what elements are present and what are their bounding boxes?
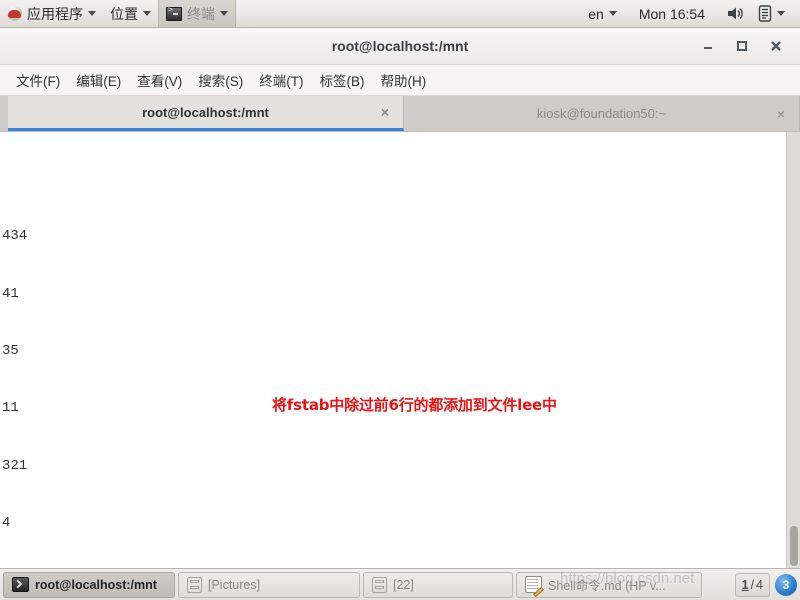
- workspace-switcher[interactable]: 1 / 4: [734, 572, 770, 597]
- tab-label: kiosk@foundation50:~: [536, 106, 667, 121]
- minimize-icon: [704, 47, 712, 49]
- menu-file[interactable]: 文件(F): [8, 67, 68, 93]
- terminal-viewport: 434 41 35 11 321 4 4 6456 4 654 684 6546…: [0, 132, 800, 568]
- clock[interactable]: Mon 16:54: [624, 0, 720, 27]
- chevron-down-icon: [220, 11, 228, 16]
- taskbar-item-22[interactable]: [22]: [363, 571, 513, 598]
- menu-terminal[interactable]: 终端(T): [251, 67, 311, 93]
- terminal-line: 321: [2, 457, 28, 474]
- window-title: root@localhost:/mnt: [331, 38, 469, 54]
- places-menu[interactable]: 位置: [103, 0, 158, 27]
- menu-search[interactable]: 搜索(S): [190, 67, 251, 93]
- window-controls: [700, 38, 800, 54]
- close-icon: [771, 41, 781, 51]
- taskbar-item-label: [22]: [393, 577, 414, 592]
- taskbar-item-label: [Pictures]: [208, 577, 261, 592]
- close-button[interactable]: [768, 38, 784, 54]
- active-window-menu[interactable]: 终端: [158, 0, 236, 27]
- redhat-logo-icon: [7, 6, 22, 21]
- taskbar-item-terminal[interactable]: root@localhost:/mnt: [3, 571, 175, 598]
- places-menu-label: 位置: [110, 5, 138, 22]
- terminal-line: 41: [2, 285, 19, 302]
- tab-root-localhost-mnt[interactable]: root@localhost:/mnt ×: [8, 96, 404, 131]
- clock-label: Mon 16:54: [638, 5, 705, 22]
- terminal-white-output: 434 41 35 11 321 4 4 6456 4 654 684 6546…: [0, 189, 786, 568]
- file-manager-icon: [187, 576, 202, 593]
- applications-menu[interactable]: 应用程序: [0, 0, 103, 27]
- window-list-taskbar: root@localhost:/mnt [Pictures] [22] Shel…: [0, 568, 800, 600]
- tab-kiosk-foundation50[interactable]: kiosk@foundation50:~ ×: [404, 96, 800, 131]
- input-language-menu[interactable]: en: [581, 0, 624, 27]
- system-status-button[interactable]: [751, 0, 792, 27]
- file-manager-icon: [372, 576, 387, 593]
- window-titlebar[interactable]: root@localhost:/mnt: [0, 28, 800, 65]
- menu-view[interactable]: 查看(V): [129, 67, 190, 93]
- maximize-button[interactable]: [734, 38, 750, 54]
- terminal-icon: [12, 577, 29, 592]
- terminal-scrollbar[interactable]: [786, 132, 800, 568]
- applications-menu-label: 应用程序: [27, 5, 83, 22]
- workspace-current: 1: [741, 577, 749, 592]
- workspace-separator: /: [750, 577, 755, 592]
- tab-label: root@localhost:/mnt: [142, 104, 269, 120]
- chevron-down-icon: [143, 11, 151, 16]
- terminal-icon: [166, 6, 182, 21]
- notification-badge[interactable]: 3: [775, 573, 797, 596]
- maximize-icon: [737, 41, 747, 51]
- screen: 应用程序 位置 终端 en Mon 16:54: [0, 0, 800, 600]
- gnome-top-panel: 应用程序 位置 终端 en Mon 16:54: [0, 0, 800, 28]
- minimize-button[interactable]: [700, 38, 716, 54]
- chevron-down-icon: [777, 11, 785, 16]
- terminal-output[interactable]: 434 41 35 11 321 4 4 6456 4 654 684 6546…: [0, 132, 786, 568]
- taskbar-item-pictures[interactable]: [Pictures]: [178, 571, 360, 598]
- input-language-label: en: [588, 5, 604, 22]
- active-window-label: 终端: [187, 5, 215, 22]
- menu-help[interactable]: 帮助(H): [373, 67, 435, 93]
- notepad-icon: [525, 576, 542, 593]
- annotation-text: 将fstab中除过前6行的都添加到文件lee中: [272, 396, 557, 414]
- terminal-line: 434: [2, 228, 28, 245]
- terminal-window: root@localhost:/mnt 文件(F) 编辑(E) 查看(V) 搜索…: [0, 28, 800, 568]
- menu-tabs[interactable]: 标签(B): [312, 67, 373, 93]
- taskbar-item-label: Shell命令.md (HP v...: [548, 579, 666, 593]
- tab-close-icon[interactable]: ×: [381, 105, 389, 119]
- workspace-total: 4: [756, 577, 763, 592]
- top-panel-right: en Mon 16:54: [581, 0, 800, 27]
- taskbar-item-label: root@localhost:/mnt: [35, 577, 157, 592]
- volume-icon: [728, 7, 743, 20]
- volume-button[interactable]: [720, 0, 751, 27]
- top-panel-left: 应用程序 位置 终端: [0, 0, 236, 27]
- document-icon: [758, 5, 772, 22]
- taskbar-item-shell-md[interactable]: Shell命令.md (HP v...: [516, 571, 702, 598]
- terminal-line: 4: [2, 514, 11, 531]
- tab-close-icon[interactable]: ×: [777, 107, 785, 121]
- terminal-line: 35: [2, 343, 19, 360]
- menu-edit[interactable]: 编辑(E): [68, 67, 129, 93]
- tab-bar: root@localhost:/mnt × kiosk@foundation50…: [0, 96, 800, 132]
- chevron-down-icon: [88, 11, 96, 16]
- chevron-down-icon: [608, 11, 617, 16]
- scrollbar-thumb[interactable]: [790, 526, 798, 566]
- menu-bar: 文件(F) 编辑(E) 查看(V) 搜索(S) 终端(T) 标签(B) 帮助(H…: [0, 65, 800, 96]
